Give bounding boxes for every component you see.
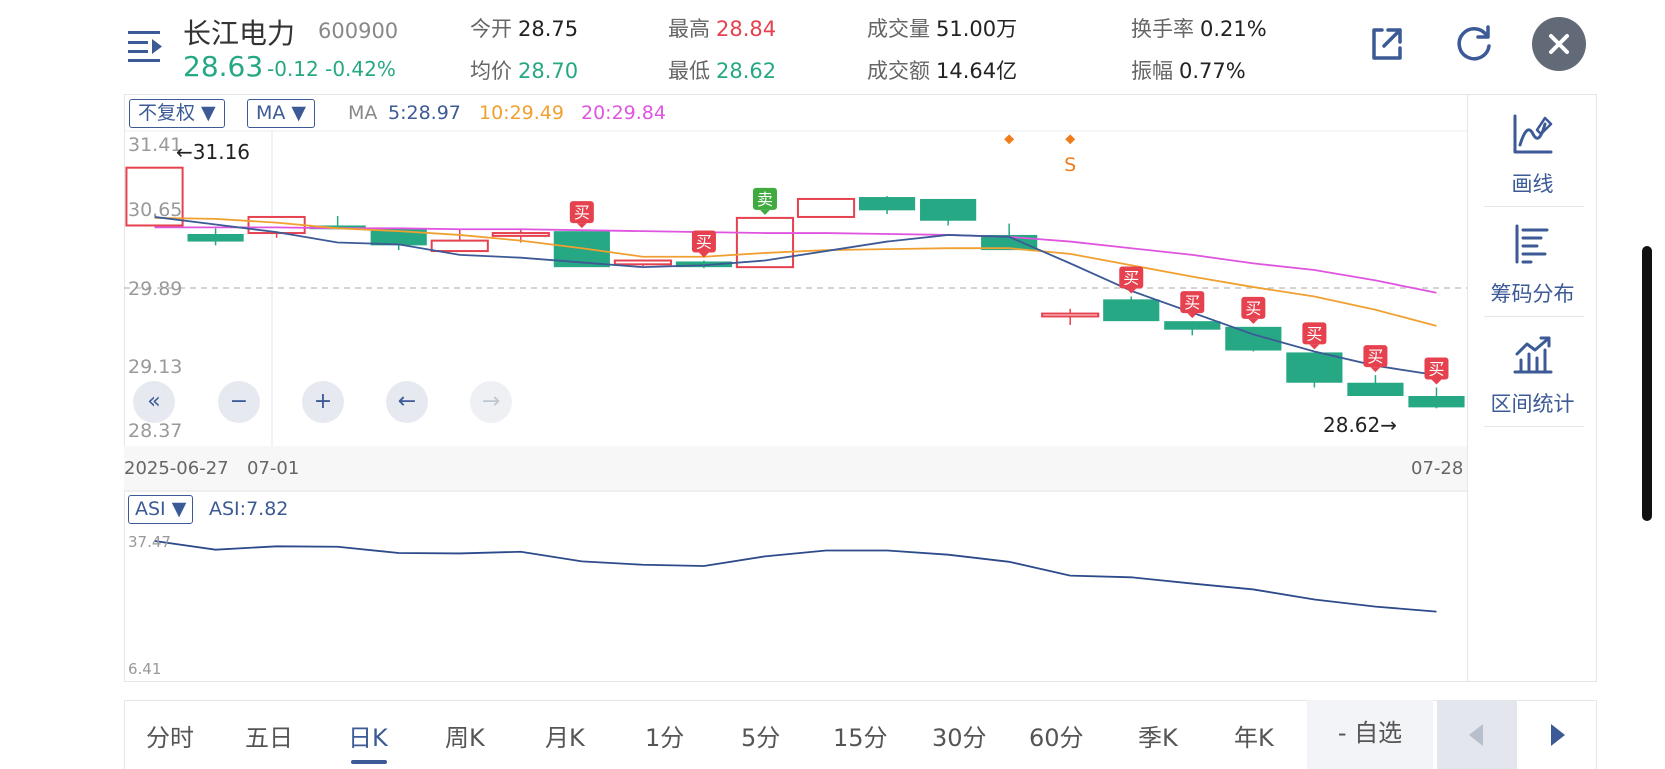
buy-signal-label: 买	[1306, 324, 1322, 343]
date-start: 2025-06-27	[124, 458, 229, 479]
sell-signal-label: 卖	[757, 190, 773, 209]
tool-divider	[1484, 316, 1584, 317]
buy-signal-label: 买	[696, 233, 712, 252]
chip-distribution-label: 筹码分布	[1490, 282, 1575, 306]
signal-diamond	[1004, 134, 1015, 145]
y-label-4: 29.13	[128, 356, 183, 378]
buy-signal-pointer	[1187, 313, 1198, 319]
draw-line-icon	[1513, 114, 1553, 154]
buy-signal-pointer	[1309, 344, 1320, 350]
candle-body-up	[613, 259, 672, 266]
candle-body-down	[1347, 382, 1404, 396]
date-end: 07-28	[1411, 458, 1464, 479]
chip-distribution-icon	[1515, 224, 1549, 264]
candle-body-down	[920, 198, 977, 221]
tab-5min[interactable]: 5分	[741, 718, 780, 753]
buy-signal-label: 买	[1184, 293, 1200, 312]
range-stats-label: 区间统计	[1490, 392, 1575, 416]
buy-signal-label: 买	[1245, 299, 1261, 318]
s-signal-label: S	[1064, 154, 1076, 176]
tab-quarterly-k[interactable]: 季K	[1138, 718, 1178, 753]
active-tab-indicator	[351, 760, 387, 764]
asi-line	[154, 540, 1437, 613]
asi-value: ASI:7.82	[209, 498, 289, 520]
caret-left-icon	[1469, 724, 1483, 746]
buy-signal-pointer	[1431, 379, 1442, 385]
tab-60min[interactable]: 60分	[1029, 718, 1084, 753]
candle-body-down	[858, 197, 916, 211]
date-axis-band	[124, 446, 1467, 492]
vertical-scrollbar[interactable]	[1642, 246, 1652, 521]
zoom-out-button[interactable]: −	[218, 381, 260, 423]
y-label-max: 31.41	[128, 134, 183, 156]
asi-dropdown[interactable]: ASI ▼	[128, 495, 194, 524]
buy-signal-pointer	[1248, 318, 1259, 324]
candle-body-down	[1225, 326, 1282, 351]
next-stock-button[interactable]	[1517, 700, 1597, 769]
draw-line-tool[interactable]: 画线	[1470, 100, 1595, 208]
draw-line-label: 画线	[1511, 172, 1554, 196]
range-stats-tool[interactable]: 区间统计	[1470, 320, 1595, 428]
scroll-start-button[interactable]: «	[133, 381, 175, 423]
tab-yearly-k[interactable]: 年K	[1234, 718, 1274, 753]
date-mid: 07-01	[247, 458, 300, 479]
tab-monthly-k[interactable]: 月K	[545, 718, 585, 753]
candle-body-up	[430, 239, 489, 253]
scroll-right-button[interactable]: →	[470, 381, 512, 423]
candle-body-up	[491, 232, 550, 237]
candle-body-down	[1103, 299, 1160, 322]
tab-30min[interactable]: 30分	[932, 718, 987, 753]
buy-signal-label: 买	[1428, 359, 1444, 378]
caret-right-icon	[1551, 724, 1565, 746]
tab-daily-k[interactable]: 日K	[348, 718, 388, 753]
buy-signal-pointer	[1370, 367, 1381, 373]
tab-five-day[interactable]: 五日	[245, 718, 293, 753]
candlestick-chart[interactable]: 买买买买 买买买买卖S	[0, 0, 1665, 700]
tool-divider	[1484, 206, 1584, 207]
tab-weekly-k[interactable]: 周K	[445, 718, 485, 753]
candle-body-down	[1408, 396, 1465, 408]
remove-favorite-button[interactable]: - 自选	[1307, 700, 1433, 769]
ma20-line	[154, 226, 1437, 294]
candle-body-up	[796, 197, 856, 218]
candle-body-down	[187, 234, 244, 242]
zoom-in-button[interactable]: +	[302, 381, 344, 423]
asi-top-label: 37.47	[128, 533, 171, 551]
min-price-marker: 28.62→	[1323, 413, 1398, 437]
scroll-left-button[interactable]: ←	[386, 381, 428, 423]
ma5-line	[154, 216, 1437, 377]
tool-divider	[1484, 426, 1584, 427]
signal-diamond	[1065, 134, 1076, 145]
asi-bottom-label: 6.41	[128, 660, 162, 678]
candle-body-up	[1041, 312, 1100, 318]
range-stats-icon	[1513, 336, 1553, 374]
prev-stock-button[interactable]	[1437, 700, 1517, 769]
y-label-2: 30.65	[128, 199, 183, 221]
buy-signal-label: 买	[1123, 269, 1139, 288]
candle-body-down	[1164, 321, 1221, 330]
tab-1min[interactable]: 1分	[645, 718, 684, 753]
y-label-mid: 29.89	[128, 278, 183, 300]
buy-signal-label: 买	[574, 203, 590, 222]
max-price-marker: ←31.16	[176, 140, 251, 164]
chip-distribution-tool[interactable]: 筹码分布	[1470, 210, 1595, 318]
tab-intraday[interactable]: 分时	[146, 718, 194, 753]
buy-signal-label: 买	[1367, 347, 1383, 366]
sell-signal-pointer	[759, 209, 770, 215]
tab-15min[interactable]: 15分	[833, 718, 888, 753]
buy-signal-pointer	[576, 223, 587, 229]
y-label-min: 28.37	[128, 420, 183, 442]
